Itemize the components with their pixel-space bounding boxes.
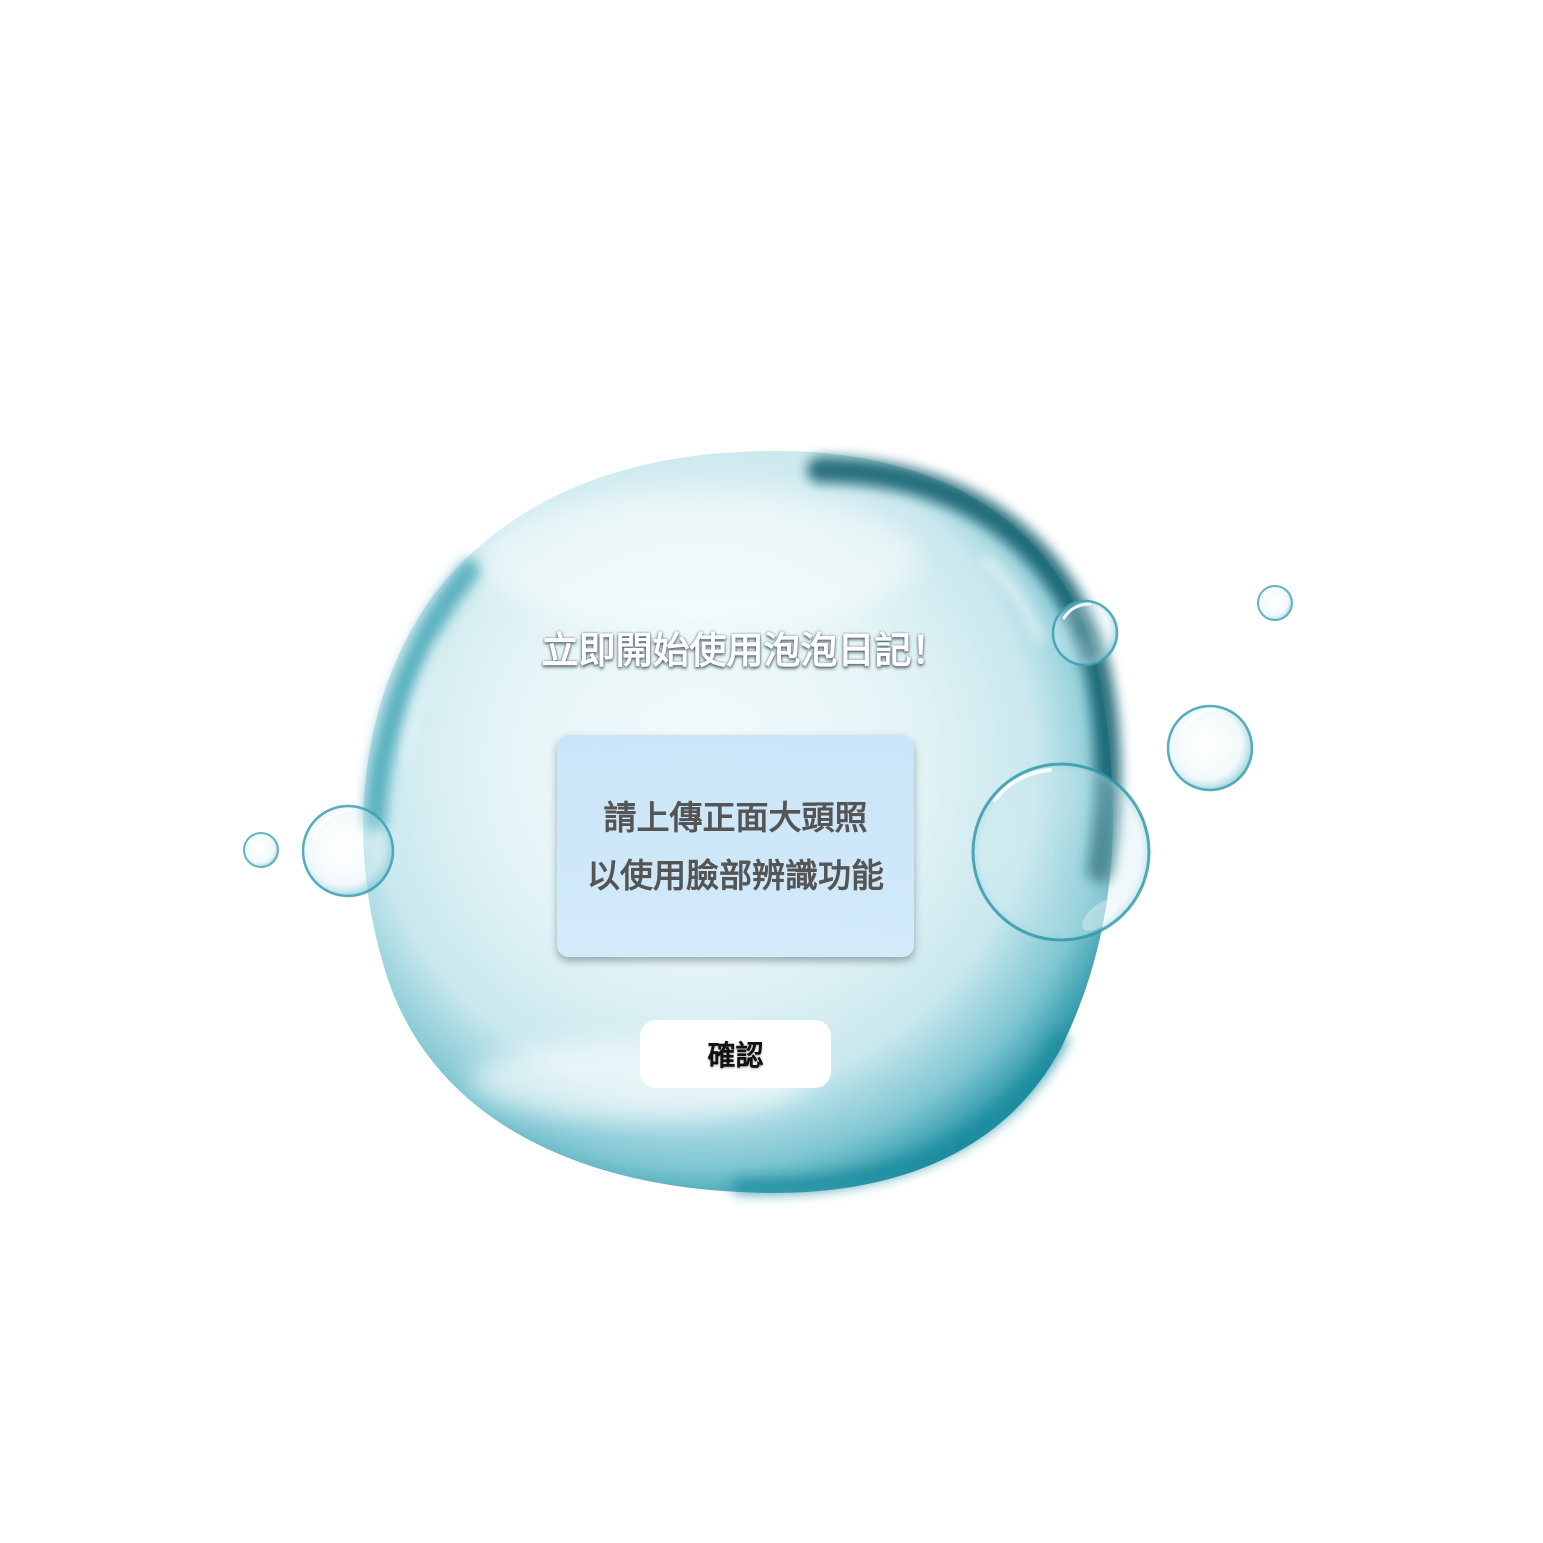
welcome-screen: 立即開始使用泡泡日記！ 請上傳正面大頭照 以使用臉部辨識功能 確認 <box>0 0 1543 1543</box>
bubble-tiny-left <box>243 832 279 868</box>
bubble-right-large <box>971 762 1151 942</box>
confirm-button[interactable]: 確認 <box>640 1020 831 1088</box>
upload-notice-panel: 請上傳正面大頭照 以使用臉部辨識功能 <box>557 735 914 957</box>
welcome-title: 立即開始使用泡泡日記！ <box>541 629 949 672</box>
notice-line-1: 請上傳正面大頭照 <box>603 798 868 837</box>
bubble-edge-top <box>1051 599 1119 667</box>
bubble-right-medium <box>1166 704 1254 792</box>
notice-line-2: 以使用臉部辨識功能 <box>587 856 884 895</box>
bubble-left-medium <box>301 804 395 898</box>
bubble-tiny-right <box>1257 585 1293 621</box>
